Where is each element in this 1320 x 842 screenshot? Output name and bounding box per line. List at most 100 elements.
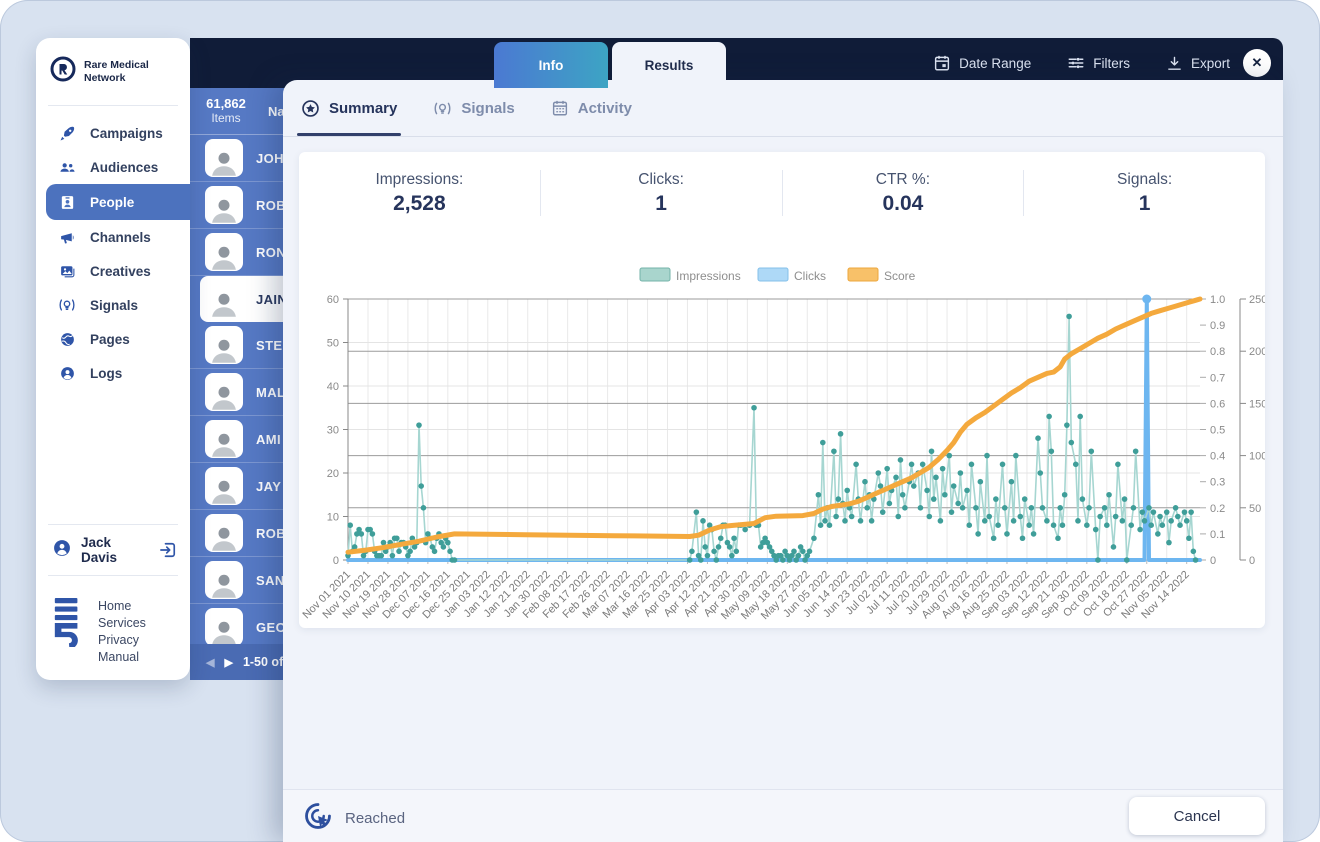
stats-row: Impressions: 2,528 Clicks: 1 CTR %: 0.04 Signa… — [299, 152, 1265, 216]
export-icon — [1166, 55, 1183, 72]
sidebar-item-label: Pages — [90, 331, 130, 347]
reached-icon — [303, 801, 333, 835]
svg-text:0.9: 0.9 — [1210, 320, 1225, 332]
brand-logo-icon — [50, 56, 76, 87]
tab-activity[interactable]: Activity — [551, 80, 632, 136]
app-frame: Info Results Date Range Filters Export ✕ 6… — [0, 0, 1320, 842]
divider — [48, 105, 178, 106]
sidebar-nav: Campaigns Audiences People Channels Creative… — [36, 116, 190, 390]
sidebar-item-pages[interactable]: Pages — [36, 322, 190, 356]
user-icon — [52, 538, 72, 563]
prev-page-button[interactable]: ◀ — [206, 656, 214, 669]
svg-text:150: 150 — [1249, 398, 1265, 410]
person-name: AMI — [256, 431, 282, 447]
svg-text:0.4: 0.4 — [1210, 451, 1225, 463]
sidebar-bottom: Jack Davis Home Services Privacy Manual — [36, 506, 190, 666]
tab-summary[interactable]: Summary — [296, 80, 402, 136]
tab-signals[interactable]: Signals — [433, 80, 515, 136]
activity-calendar-icon — [551, 99, 569, 117]
tab-info[interactable]: Info — [494, 42, 608, 88]
campaigns-icon — [58, 124, 76, 142]
sidebar-item-label: Channels — [90, 229, 151, 245]
tab-results[interactable]: Results — [612, 42, 726, 88]
svg-text:60: 60 — [327, 294, 339, 306]
tab-info-label: Info — [538, 57, 564, 73]
brand: Rare Medical Network — [36, 38, 190, 87]
sidebar-item-signals[interactable]: Signals — [36, 288, 190, 322]
tab-results-label: Results — [644, 57, 694, 73]
svg-text:1.0: 1.0 — [1210, 294, 1225, 306]
footer-link-privacy[interactable]: Privacy — [98, 632, 146, 649]
people-icon — [58, 193, 76, 211]
avatar — [205, 514, 243, 552]
person-name: ROB — [256, 525, 287, 541]
sidebar-item-logs[interactable]: Logs — [36, 356, 190, 390]
avatar — [205, 467, 243, 505]
sidebar-item-label: Logs — [90, 365, 123, 381]
filters-button[interactable]: Filters — [1067, 54, 1130, 72]
tab-label: Signals — [461, 99, 515, 117]
user-row: Jack Davis — [36, 525, 190, 575]
footer-link-manual[interactable]: Manual — [98, 649, 146, 666]
footer-link-home[interactable]: Home — [98, 598, 146, 615]
avatar — [205, 233, 243, 271]
svg-text:Impressions: Impressions — [676, 269, 741, 283]
svg-text:0.5: 0.5 — [1210, 425, 1225, 437]
stat-label: Impressions: — [375, 170, 464, 188]
sidebar-item-creatives[interactable]: Creatives — [36, 254, 190, 288]
divider — [48, 575, 178, 576]
close-icon: ✕ — [1251, 55, 1263, 70]
items-count: 61,862 Items — [190, 95, 262, 126]
date-range-button[interactable]: Date Range — [933, 54, 1031, 72]
svg-text:40: 40 — [327, 381, 339, 393]
sidebar-item-people[interactable]: People — [46, 184, 190, 220]
stat-label: CTR %: — [875, 170, 930, 188]
next-page-button[interactable]: ▶ — [224, 656, 232, 669]
avatar — [205, 420, 243, 458]
channels-icon — [58, 228, 76, 246]
svg-text:250: 250 — [1249, 294, 1265, 306]
stat-clicks: Clicks: 1 — [541, 171, 782, 216]
action-label: Export — [1190, 55, 1230, 71]
items-count-value: 61,862 — [206, 95, 246, 111]
person-name: JAY — [256, 478, 282, 494]
avatar — [205, 561, 243, 599]
sidebar-footer: Home Services Privacy Manual — [36, 586, 190, 666]
logout-button[interactable] — [158, 540, 178, 560]
avatar — [205, 608, 243, 646]
stat-value: 0.04 — [882, 191, 924, 215]
person-name: GEO — [256, 619, 287, 635]
svg-text:0.1: 0.1 — [1210, 529, 1225, 541]
sidebar-item-label: Creatives — [90, 263, 151, 279]
brand-name: Rare Medical Network — [84, 59, 149, 84]
stat-value: 1 — [655, 191, 667, 215]
creatives-icon — [58, 262, 76, 280]
sidebar-item-label: Signals — [90, 297, 139, 313]
sidebar-item-label: Campaigns — [90, 125, 163, 141]
svg-text:Score: Score — [884, 269, 916, 283]
sidebar-item-audiences[interactable]: Audiences — [36, 150, 190, 184]
cancel-button[interactable]: Cancel — [1129, 797, 1265, 835]
close-button[interactable]: ✕ — [1243, 49, 1271, 77]
avatar — [205, 186, 243, 224]
person-name: SAN — [256, 572, 285, 588]
person-name: ROB — [256, 197, 287, 213]
svg-text:200: 200 — [1249, 346, 1265, 358]
svg-text:0.3: 0.3 — [1210, 477, 1225, 489]
export-button[interactable]: Export — [1166, 55, 1230, 72]
stat-value: 1 — [1138, 191, 1151, 215]
sidebar-item-campaigns[interactable]: Campaigns — [36, 116, 190, 150]
avatar — [205, 373, 243, 411]
signals-icon — [58, 296, 76, 314]
user-name: Jack Davis — [81, 535, 118, 565]
footer-links: Home Services Privacy Manual — [98, 598, 146, 666]
summary-card: Impressions: 2,528 Clicks: 1 CTR %: 0.04 Signa… — [299, 152, 1265, 628]
svg-text:0: 0 — [1249, 555, 1255, 567]
footer-link-services[interactable]: Services — [98, 615, 146, 632]
person-name: MAL — [256, 384, 286, 400]
calendar-icon — [933, 54, 951, 72]
sidebar-item-channels[interactable]: Channels — [36, 220, 190, 254]
svg-text:10: 10 — [327, 512, 339, 524]
modal-footer: Reached Cancel — [283, 789, 1283, 842]
svg-text:0.7: 0.7 — [1210, 372, 1225, 384]
